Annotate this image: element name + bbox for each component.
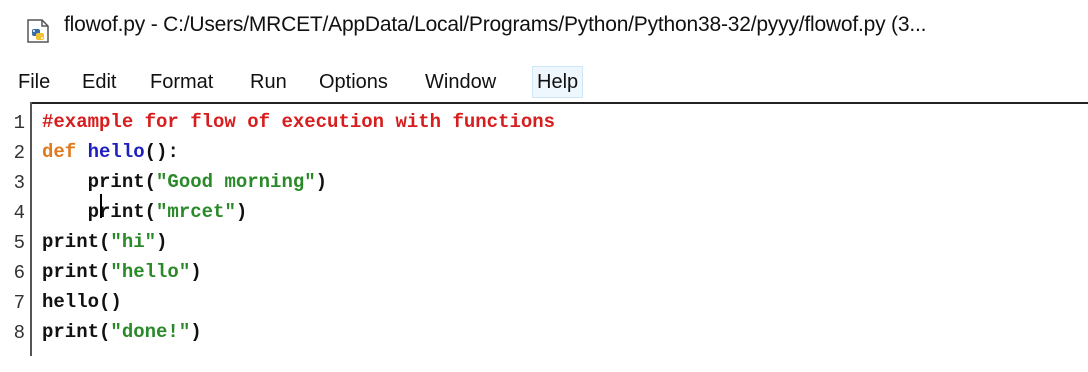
menu-window[interactable]: Window bbox=[421, 67, 500, 97]
menu-bar: File Edit Format Run Options Window Help bbox=[0, 64, 1088, 100]
menu-file[interactable]: File bbox=[14, 67, 54, 97]
line-number: 2 bbox=[13, 142, 25, 164]
menu-edit[interactable]: Edit bbox=[78, 67, 120, 97]
line-number: 1 bbox=[13, 112, 25, 134]
menu-run[interactable]: Run bbox=[246, 67, 291, 97]
code-line-5[interactable]: print("hi") bbox=[42, 228, 167, 256]
line-number: 5 bbox=[13, 232, 25, 254]
gutter-divider bbox=[30, 102, 32, 356]
line-number: 7 bbox=[13, 292, 25, 314]
editor-top-border bbox=[30, 102, 1088, 104]
code-line-4[interactable]: print("mrcet") bbox=[42, 198, 248, 226]
line-number: 3 bbox=[13, 172, 25, 194]
menu-format[interactable]: Format bbox=[146, 67, 217, 97]
code-editor[interactable]: 1 2 3 4 5 6 7 8 #example for flow of exe… bbox=[0, 102, 1088, 372]
code-line-7[interactable]: hello() bbox=[42, 288, 122, 316]
line-number-gutter: 1 2 3 4 5 6 7 8 bbox=[0, 102, 32, 372]
code-line-6[interactable]: print("hello") bbox=[42, 258, 202, 286]
window-title: flowof.py - C:/Users/MRCET/AppData/Local… bbox=[64, 13, 927, 36]
line-number: 6 bbox=[13, 262, 25, 284]
title-bar: flowof.py - C:/Users/MRCET/AppData/Local… bbox=[0, 0, 1088, 56]
line-number: 4 bbox=[13, 202, 25, 224]
text-cursor bbox=[100, 194, 102, 218]
code-line-3[interactable]: print("Good morning") bbox=[42, 168, 327, 196]
code-line-2[interactable]: def hello(): bbox=[42, 138, 179, 166]
menu-help[interactable]: Help bbox=[532, 66, 584, 98]
menu-options[interactable]: Options bbox=[315, 67, 392, 97]
python-file-icon bbox=[27, 19, 49, 43]
line-number: 8 bbox=[13, 322, 25, 344]
code-line-1[interactable]: #example for flow of execution with func… bbox=[42, 108, 555, 136]
code-line-8[interactable]: print("done!") bbox=[42, 318, 202, 346]
